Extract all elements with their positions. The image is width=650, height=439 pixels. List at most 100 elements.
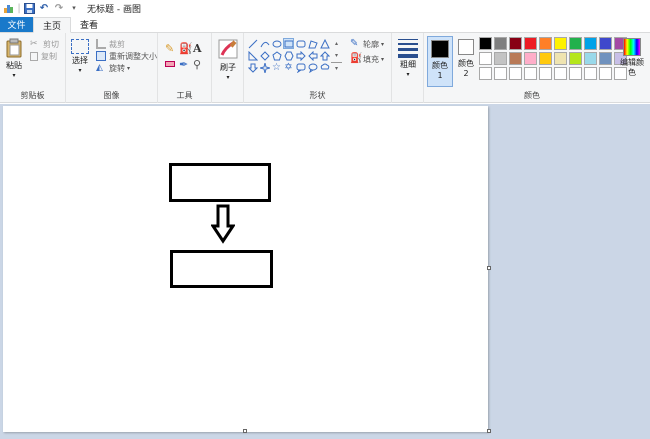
- right-arrow-shape-icon[interactable]: [295, 50, 306, 61]
- pentagon-shape-icon[interactable]: [271, 50, 282, 61]
- diamond-shape-icon[interactable]: [259, 50, 270, 61]
- line-shape-icon[interactable]: [247, 38, 258, 49]
- color-swatch[interactable]: [494, 52, 507, 65]
- color-swatch[interactable]: [554, 37, 567, 50]
- down-arrow-shape-icon[interactable]: [247, 62, 258, 73]
- magnifier-icon[interactable]: ⚲: [193, 58, 207, 74]
- color-swatch[interactable]: [584, 52, 597, 65]
- resize-handle-right[interactable]: [487, 266, 491, 270]
- color-swatch[interactable]: [554, 52, 567, 65]
- text-icon[interactable]: A: [193, 42, 207, 58]
- color-swatch[interactable]: [509, 52, 522, 65]
- eraser-icon[interactable]: [165, 61, 175, 67]
- image-group: 选择 ▾ 裁剪 重新调整大小 ◭ 旋转 ▾ 图像: [66, 33, 158, 103]
- color-swatch[interactable]: [494, 37, 507, 50]
- cut-button[interactable]: ✂ 剪切: [30, 38, 59, 50]
- color-swatch[interactable]: [599, 37, 612, 50]
- edit-colors-button[interactable]: 编辑颜色: [620, 38, 644, 78]
- size-button[interactable]: 粗细 ▾: [397, 39, 419, 80]
- curve-shape-icon[interactable]: [259, 38, 270, 49]
- color-swatch[interactable]: [494, 67, 507, 80]
- line-width-icon: [398, 39, 418, 58]
- rotate-button[interactable]: ◭ 旋转 ▾: [96, 62, 157, 74]
- color-swatch[interactable]: [479, 52, 492, 65]
- color-swatch[interactable]: [569, 52, 582, 65]
- color-swatch[interactable]: [584, 37, 597, 50]
- color-swatch[interactable]: [509, 67, 522, 80]
- color-swatch[interactable]: [539, 52, 552, 65]
- up-arrow-shape-icon[interactable]: [319, 50, 330, 61]
- oval-shape-icon[interactable]: [271, 38, 282, 49]
- outline-button[interactable]: ✎ 轮廓 ▾: [350, 38, 384, 50]
- save-icon[interactable]: [23, 3, 35, 15]
- tab-view[interactable]: 查看: [71, 17, 107, 32]
- color-swatch[interactable]: [539, 67, 552, 80]
- color-swatch[interactable]: [509, 37, 522, 50]
- fill-bucket-icon[interactable]: ⛽: [179, 42, 193, 58]
- paste-button[interactable]: 粘贴 ▾: [3, 38, 25, 81]
- color2-label: 颜色 2: [458, 59, 474, 78]
- copy-button[interactable]: 复制: [30, 50, 59, 62]
- customize-dropdown-icon[interactable]: ▾: [68, 3, 80, 15]
- crop-label: 裁剪: [109, 39, 125, 49]
- crop-button[interactable]: 裁剪: [96, 38, 157, 50]
- drawing-canvas[interactable]: [3, 106, 488, 432]
- resize-handle-corner[interactable]: [487, 429, 491, 433]
- pencil-icon[interactable]: ✎: [165, 42, 179, 58]
- oval-callout-shape-icon[interactable]: [307, 62, 318, 73]
- color-swatch[interactable]: [569, 67, 582, 80]
- hexagon-shape-icon[interactable]: [283, 50, 294, 61]
- select-dropdown-icon: ▾: [78, 67, 82, 74]
- shapes-scroll-up-icon[interactable]: ▴: [331, 38, 342, 49]
- ribbon-tabs: 文件 主页 查看: [0, 17, 650, 33]
- tools-group: ✎ ⛽ A ✒ ⚲ 工具: [158, 33, 212, 103]
- colors-group: 颜色 1 颜色 2 编辑颜色 颜色: [424, 33, 650, 103]
- window-title: 无标题 - 画图: [87, 5, 141, 15]
- shapes-expand-icon[interactable]: ▾: [331, 62, 342, 73]
- resize-button[interactable]: 重新调整大小: [96, 50, 157, 62]
- resize-icon: [96, 51, 106, 61]
- right-triangle-shape-icon[interactable]: [247, 50, 258, 61]
- shapes-scroll-down-icon[interactable]: ▾: [331, 50, 342, 61]
- brushes-label: 刷子: [220, 63, 236, 72]
- color1-button[interactable]: 颜色 1: [427, 36, 453, 87]
- scissors-icon: ✂: [30, 39, 38, 49]
- color-swatch[interactable]: [539, 37, 552, 50]
- color-swatch[interactable]: [584, 67, 597, 80]
- tab-home[interactable]: 主页: [33, 17, 72, 33]
- color2-button[interactable]: 颜色 2: [455, 36, 477, 87]
- left-arrow-shape-icon[interactable]: [307, 50, 318, 61]
- resize-handle-bottom[interactable]: [243, 429, 247, 433]
- cloud-callout-shape-icon[interactable]: [319, 62, 330, 73]
- color-picker-icon[interactable]: ✒: [179, 58, 193, 74]
- color-swatch[interactable]: [524, 52, 537, 65]
- color-swatch[interactable]: [479, 67, 492, 80]
- four-point-star-shape-icon[interactable]: [259, 62, 270, 73]
- color-swatch[interactable]: [599, 52, 612, 65]
- rounded-callout-shape-icon[interactable]: [295, 62, 306, 73]
- color-swatch[interactable]: [524, 37, 537, 50]
- undo-icon[interactable]: ↶: [38, 3, 50, 15]
- color-swatch[interactable]: [524, 67, 537, 80]
- polygon-shape-icon[interactable]: [307, 38, 318, 49]
- six-point-star-shape-icon[interactable]: ✡: [283, 62, 294, 73]
- color-swatch[interactable]: [599, 67, 612, 80]
- five-point-star-shape-icon[interactable]: ☆: [271, 62, 282, 73]
- color-swatch[interactable]: [479, 37, 492, 50]
- cut-label: 剪切: [43, 39, 59, 49]
- color-swatch[interactable]: [554, 67, 567, 80]
- rectangle-shape-icon[interactable]: [283, 38, 294, 49]
- rounded-rectangle-shape-icon[interactable]: [295, 38, 306, 49]
- tab-file[interactable]: 文件: [0, 17, 33, 32]
- triangle-shape-icon[interactable]: [319, 38, 330, 49]
- color2-swatch: [458, 39, 474, 55]
- outline-label: 轮廓: [363, 39, 379, 49]
- brushes-button[interactable]: 刷子 ▾: [216, 38, 240, 83]
- fill-button[interactable]: ⛽ 填充 ▾: [350, 53, 384, 65]
- redo-icon[interactable]: ↷: [53, 3, 65, 15]
- paste-icon: [6, 38, 22, 58]
- fill-icon: ⛽: [350, 53, 363, 64]
- select-button[interactable]: 选择 ▾: [69, 39, 91, 76]
- paint-app-icon[interactable]: [3, 3, 15, 15]
- color-swatch[interactable]: [569, 37, 582, 50]
